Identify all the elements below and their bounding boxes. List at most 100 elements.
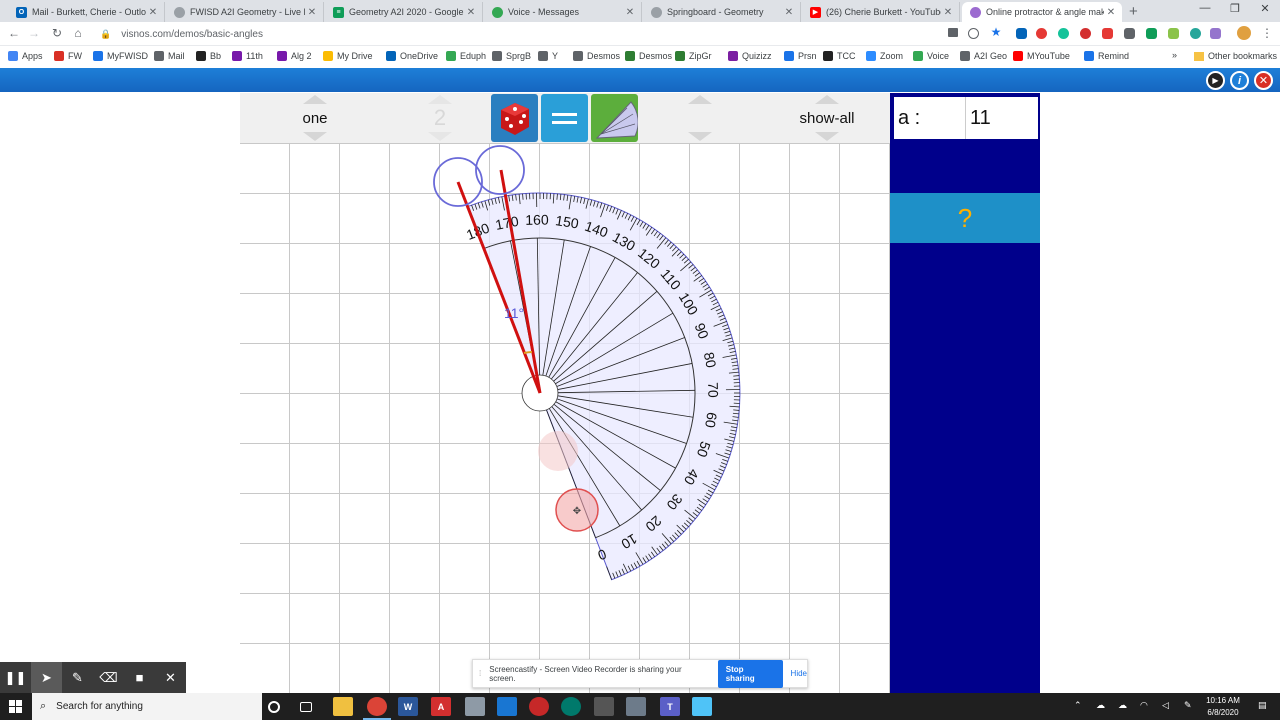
home-icon[interactable]: ⌂ [70,26,86,40]
screencastify-ext-icon[interactable] [1102,28,1113,39]
step-stepper[interactable]: 2 [390,93,490,143]
app-icon-10[interactable] [626,697,646,716]
bookmark-star-icon[interactable]: ★ [988,25,1004,39]
hide-link[interactable]: Hide [791,669,807,678]
bookmark-11th[interactable]: 11th [232,51,263,61]
zoom-icon[interactable] [968,28,979,39]
bookmark-quizizz[interactable]: Quizizz [728,51,772,61]
view-stepper[interactable] [675,93,725,143]
stop-sharing-button[interactable]: Stop sharing [717,659,783,688]
close-tab-icon[interactable]: ✕ [941,7,955,18]
notifications-icon[interactable]: ▤ [1258,700,1267,711]
bookmark-prsn[interactable]: Prsn [784,51,817,61]
windows-start-icon[interactable] [0,693,32,720]
mode-stepper[interactable]: show-all [777,93,877,143]
eraser-icon[interactable]: ⌫ [93,662,124,693]
close-tab-icon[interactable]: ✕ [782,7,796,18]
cursor-icon[interactable]: ➤ [31,662,62,693]
onedrive-tray-icon[interactable]: ☁ [1096,700,1105,711]
close-tab-icon[interactable]: ✕ [305,7,319,18]
profile-avatar[interactable] [1237,26,1251,40]
pen-icon[interactable]: ✎ [62,662,93,693]
play-icon[interactable]: ▶ [1206,71,1225,90]
back-icon[interactable]: ← [6,26,22,40]
cast-ext-icon[interactable] [1036,28,1047,39]
forward-icon[interactable]: → [26,26,42,40]
address-bar[interactable]: 🔒 visnos.com/demos/basic-angles [92,24,972,44]
cast-icon[interactable] [948,28,958,37]
bookmark-y[interactable]: Y [538,51,558,61]
protractor-button[interactable] [591,94,639,142]
bookmark-mail[interactable]: Mail [154,51,185,61]
increment-arrow-icon[interactable] [815,95,839,104]
browser-tab-outlook[interactable]: O Mail - Burkett, Cherie - Outlook ✕ [8,2,165,22]
ext-icon-10[interactable] [1210,28,1221,39]
cortana-icon[interactable] [268,701,280,713]
increment-arrow-icon[interactable] [688,95,712,104]
bookmark-fw[interactable]: FW [54,51,82,61]
volume-icon[interactable]: ◁ [1162,700,1169,711]
close-tab-icon[interactable]: ✕ [1104,7,1118,18]
tray-chevron-icon[interactable]: ⌃ [1074,700,1082,711]
bookmark-voice[interactable]: Voice [913,51,949,61]
bookmark-my-drive[interactable]: My Drive [323,51,373,61]
browser-tab-sheets[interactable]: ≡ Geometry A2I 2020 - Google She ✕ [325,2,483,22]
maximize-button[interactable]: ❐ [1220,2,1250,15]
wifi-icon[interactable]: ◠ [1140,700,1148,711]
menu-kebab-icon[interactable]: ⋮ [1259,26,1275,40]
variable-value-field[interactable]: 11 [966,97,1038,139]
bookmark-bb[interactable]: Bb [196,51,221,61]
browser-tab-voice[interactable]: Voice - Messages ✕ [484,2,642,22]
acrobat-icon[interactable]: A [431,697,451,716]
calendar-icon[interactable] [497,697,517,716]
onedrive-ext-icon[interactable] [1016,28,1027,39]
grammarly-ext-icon[interactable] [1058,28,1069,39]
minimize-button[interactable]: — [1190,2,1220,14]
decrement-arrow-icon[interactable] [303,132,327,141]
ext-icon-7[interactable] [1146,28,1157,39]
chrome-icon[interactable] [363,697,391,720]
browser-tab-springboard[interactable]: Springboard - Geometry ✕ [643,2,801,22]
browser-tab-live-lesson[interactable]: FWISD A2I Geometry - Live Lesso ✕ [166,2,324,22]
camera-icon[interactable]: ■ [124,662,155,693]
taskbar-search[interactable]: ⌕ Search for anything [32,693,262,720]
browser-tab-youtube[interactable]: ▶ (26) Cherie Burkett - YouTube ✕ [802,2,960,22]
taskbar-clock[interactable]: 10:16 AM 6/8/2020 [1197,695,1249,719]
task-view-icon[interactable] [300,702,312,712]
increment-arrow-icon[interactable] [428,95,452,104]
bookmark-alg-2[interactable]: Alg 2 [277,51,312,61]
close-tab-icon[interactable]: ✕ [623,7,637,18]
bookmark-apps[interactable]: Apps [8,51,43,61]
app-icon-8[interactable] [561,697,581,716]
app-icon-7[interactable] [529,697,549,716]
teams-icon[interactable]: T [660,697,680,716]
app-icon-5[interactable] [465,697,485,716]
calculator-icon[interactable] [594,697,614,716]
info-icon[interactable]: i [1230,71,1249,90]
adblock-ext-icon[interactable] [1080,28,1091,39]
bookmark-a2i-geo[interactable]: A2I Geo [960,51,1007,61]
drag-grip-icon[interactable]: ⁞ [479,669,481,678]
bookmark-zoom[interactable]: Zoom [866,51,903,61]
grid-canvas[interactable] [240,143,890,693]
bookmark-zipgr[interactable]: ZipGr [675,51,712,61]
bookmark-remind[interactable]: Remind [1084,51,1129,61]
angle-workspace[interactable]: one 2 show-all [240,93,890,693]
bookmark-eduph[interactable]: Eduph [446,51,486,61]
equals-button[interactable] [541,94,588,142]
new-tab-button[interactable]: + [1129,3,1138,20]
ext-icon-9[interactable] [1190,28,1201,39]
cloud-tray-icon[interactable]: ☁ [1118,700,1127,711]
decrement-arrow-icon[interactable] [688,132,712,141]
browser-tab-protractor[interactable]: Online protractor & angle make ✕ [962,2,1122,22]
close-icon[interactable]: ✕ [155,662,186,693]
close-tab-icon[interactable]: ✕ [146,7,160,18]
dice-button[interactable] [491,94,538,142]
file-explorer-icon[interactable] [333,697,353,716]
increment-arrow-icon[interactable] [303,95,327,104]
close-icon[interactable]: ✕ [1254,71,1273,90]
reload-icon[interactable]: ↻ [49,26,65,40]
bookmark-tcc[interactable]: TCC [823,51,856,61]
bookmark-sprgb[interactable]: SprgB [492,51,531,61]
bookmark-desmos[interactable]: Desmos [573,51,620,61]
